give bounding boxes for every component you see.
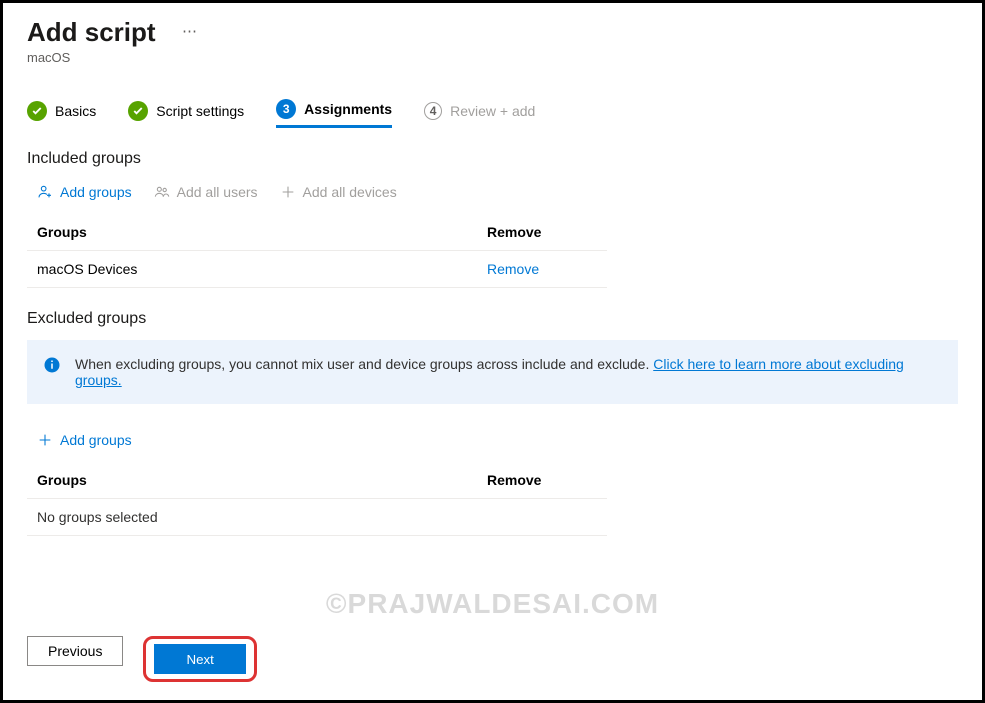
- step-label: Script settings: [156, 103, 244, 119]
- included-toolbar: Add groups Add all users Add all devices: [27, 180, 958, 204]
- remove-group-link[interactable]: Remove: [487, 261, 627, 277]
- button-label: Add groups: [60, 184, 132, 200]
- step-number-icon: 3: [276, 99, 296, 119]
- check-icon: [27, 101, 47, 121]
- table-row: No groups selected: [27, 499, 607, 536]
- info-text: When excluding groups, you cannot mix us…: [75, 356, 653, 372]
- step-basics[interactable]: Basics: [27, 99, 96, 128]
- table-row: macOS Devices Remove: [27, 251, 607, 288]
- people-icon: [154, 184, 170, 200]
- empty-state-text: No groups selected: [37, 509, 487, 525]
- info-banner: When excluding groups, you cannot mix us…: [27, 340, 958, 404]
- column-header-remove: Remove: [487, 224, 627, 240]
- step-number-icon: 4: [424, 102, 442, 120]
- included-groups-table: Groups Remove macOS Devices Remove: [27, 214, 607, 288]
- included-groups-heading: Included groups: [27, 150, 958, 168]
- wizard-steps: Basics Script settings 3 Assignments 4 R…: [27, 99, 958, 128]
- button-label: Add all users: [177, 184, 258, 200]
- column-header-remove: Remove: [487, 472, 627, 488]
- add-all-devices-button[interactable]: Add all devices: [280, 184, 397, 200]
- excluded-groups-table: Groups Remove No groups selected: [27, 462, 607, 536]
- add-all-users-button[interactable]: Add all users: [154, 184, 258, 200]
- step-label: Basics: [55, 103, 96, 119]
- page-subtitle: macOS: [27, 50, 958, 65]
- plus-icon: [37, 432, 53, 448]
- step-assignments[interactable]: 3 Assignments: [276, 99, 392, 128]
- excluded-toolbar: Add groups: [27, 428, 958, 452]
- step-label: Review + add: [450, 103, 535, 119]
- add-groups-button[interactable]: Add groups: [37, 432, 132, 448]
- previous-button[interactable]: Previous: [27, 636, 123, 666]
- group-name-cell: macOS Devices: [37, 261, 487, 277]
- plus-icon: [280, 184, 296, 200]
- button-label: Add all devices: [303, 184, 397, 200]
- next-button[interactable]: Next: [154, 644, 245, 674]
- column-header-groups: Groups: [37, 472, 487, 488]
- more-actions-button[interactable]: ⋯: [182, 22, 197, 40]
- highlight-annotation: Next: [143, 636, 256, 682]
- wizard-footer: Previous Next: [27, 636, 257, 682]
- person-add-icon: [37, 184, 53, 200]
- button-label: Add groups: [60, 432, 132, 448]
- step-label: Assignments: [304, 101, 392, 117]
- add-groups-button[interactable]: Add groups: [37, 184, 132, 200]
- step-script-settings[interactable]: Script settings: [128, 99, 244, 128]
- page-title: Add script: [27, 17, 156, 48]
- info-icon: [43, 356, 61, 374]
- column-header-groups: Groups: [37, 224, 487, 240]
- watermark: ©PRAJWALDESAI.COM: [326, 588, 659, 620]
- check-icon: [128, 101, 148, 121]
- step-review-add[interactable]: 4 Review + add: [424, 99, 535, 128]
- excluded-groups-heading: Excluded groups: [27, 310, 958, 328]
